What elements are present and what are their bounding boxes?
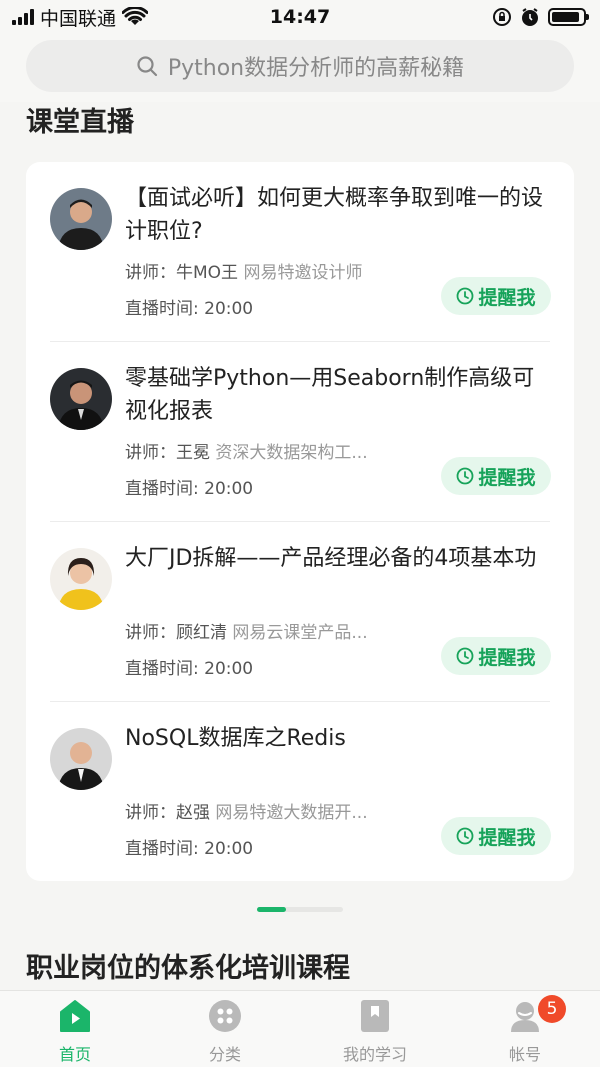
lecturer-info: 讲师：王冕 资深大数据架构工... [125,438,425,463]
lecturer-name: 王冕 [176,443,210,463]
remind-button[interactable]: 提醒我 [441,817,551,855]
wifi-icon [122,7,149,25]
lecturer-desc: 网易特邀大数据开... [215,803,368,823]
live-section-title: 课堂直播 [26,107,134,138]
lecturer-desc: 网易特邀设计师 [243,263,363,283]
user-icon [508,999,542,1033]
live-time: 直播时间: 20:00 [125,659,254,679]
search-icon [137,56,157,77]
bookmark-book-icon [358,999,392,1033]
tab-bar: 首页 分类 我的学习 帐号 5 [0,990,600,1067]
search-input[interactable]: Python数据分析师的高薪秘籍 [26,40,574,92]
lecturer-info: 讲师：赵强 网易特邀大数据开... [125,798,425,823]
tab-label: 分类 [208,1045,241,1064]
home-play-icon [58,999,92,1033]
career-section-title: 职业岗位的体系化培训课程 [26,953,350,984]
clock-icon [457,467,474,485]
avatar [50,728,112,790]
remind-label: 提醒我 [478,466,536,489]
remind-label: 提醒我 [478,646,536,669]
remind-button[interactable]: 提醒我 [441,637,551,675]
lecturer-label: 讲师： [125,623,176,643]
tab-label: 帐号 [508,1045,541,1064]
signal-icon [12,9,34,25]
tab-my-learning[interactable]: 我的学习 [300,991,450,1067]
live-title: NoSQL数据库之Redis [125,726,346,751]
clock-icon [457,647,474,665]
status-bar: 中国联通 14:47 [0,0,600,34]
tab-account[interactable]: 帐号 5 [450,991,600,1067]
battery-level [552,12,579,22]
live-item[interactable]: NoSQL数据库之Redis 讲师：赵强 网易特邀大数据开... 直播时间: 2… [50,702,551,882]
tab-label: 首页 [58,1045,91,1064]
live-title: 【面试必听】如何更大概率争取到唯一的设计职位? [125,186,544,244]
avatar [50,548,112,610]
search-bar: Python数据分析师的高薪秘籍 [0,34,600,102]
lecturer-name: 顾红清 [176,623,227,643]
live-item[interactable]: 零基础学Python—用Seaborn制作高级可视化报表 讲师：王冕 资深大数据… [50,342,551,522]
live-title: 大厂JD拆解——产品经理必备的4项基本功 [125,546,537,571]
remind-button[interactable]: 提醒我 [441,277,551,315]
lecturer-label: 讲师： [125,263,176,283]
avatar [50,188,112,250]
status-right [492,7,589,27]
carousel-pager [257,907,343,912]
alarm-icon [522,8,538,26]
lecturer-info: 讲师：牛MO王 网易特邀设计师 [125,258,425,283]
pager-active-indicator [257,907,286,912]
live-time: 直播时间: 20:00 [125,839,254,859]
lecturer-desc: 资深大数据架构工... [215,443,368,463]
live-title: 零基础学Python—用Seaborn制作高级可视化报表 [125,366,535,424]
status-left: 中国联通 [12,4,149,31]
avatar [50,368,112,430]
lecturer-name: 赵强 [176,803,210,823]
notification-badge: 5 [538,995,566,1023]
live-time: 直播时间: 20:00 [125,479,254,499]
live-item[interactable]: 大厂JD拆解——产品经理必备的4项基本功 讲师：顾红清 网易云课堂产品... 直… [50,522,551,702]
tab-category[interactable]: 分类 [150,991,300,1067]
battery-icon [548,8,589,26]
live-time: 直播时间: 20:00 [125,299,254,319]
lecturer-label: 讲师： [125,443,176,463]
search-placeholder: Python数据分析师的高薪秘籍 [167,56,465,81]
remind-label: 提醒我 [478,826,536,849]
carrier-label: 中国联通 [40,7,117,30]
clock-icon [457,287,474,305]
rotation-lock-icon [493,8,511,26]
clock-icon [457,827,474,845]
tab-home[interactable]: 首页 [0,991,150,1067]
lecturer-name: 牛MO王 [176,263,239,283]
lecturer-info: 讲师：顾红清 网易云课堂产品... [125,618,425,643]
live-item[interactable]: 【面试必听】如何更大概率争取到唯一的设计职位? 讲师：牛MO王 网易特邀设计师 … [50,162,551,342]
lecturer-label: 讲师： [125,803,176,823]
remind-label: 提醒我 [478,286,536,309]
live-card: 【面试必听】如何更大概率争取到唯一的设计职位? 讲师：牛MO王 网易特邀设计师 … [26,162,574,881]
lecturer-desc: 网易云课堂产品... [232,623,368,643]
remind-button[interactable]: 提醒我 [441,457,551,495]
category-grid-icon [208,999,242,1033]
tab-label: 我的学习 [342,1045,407,1064]
